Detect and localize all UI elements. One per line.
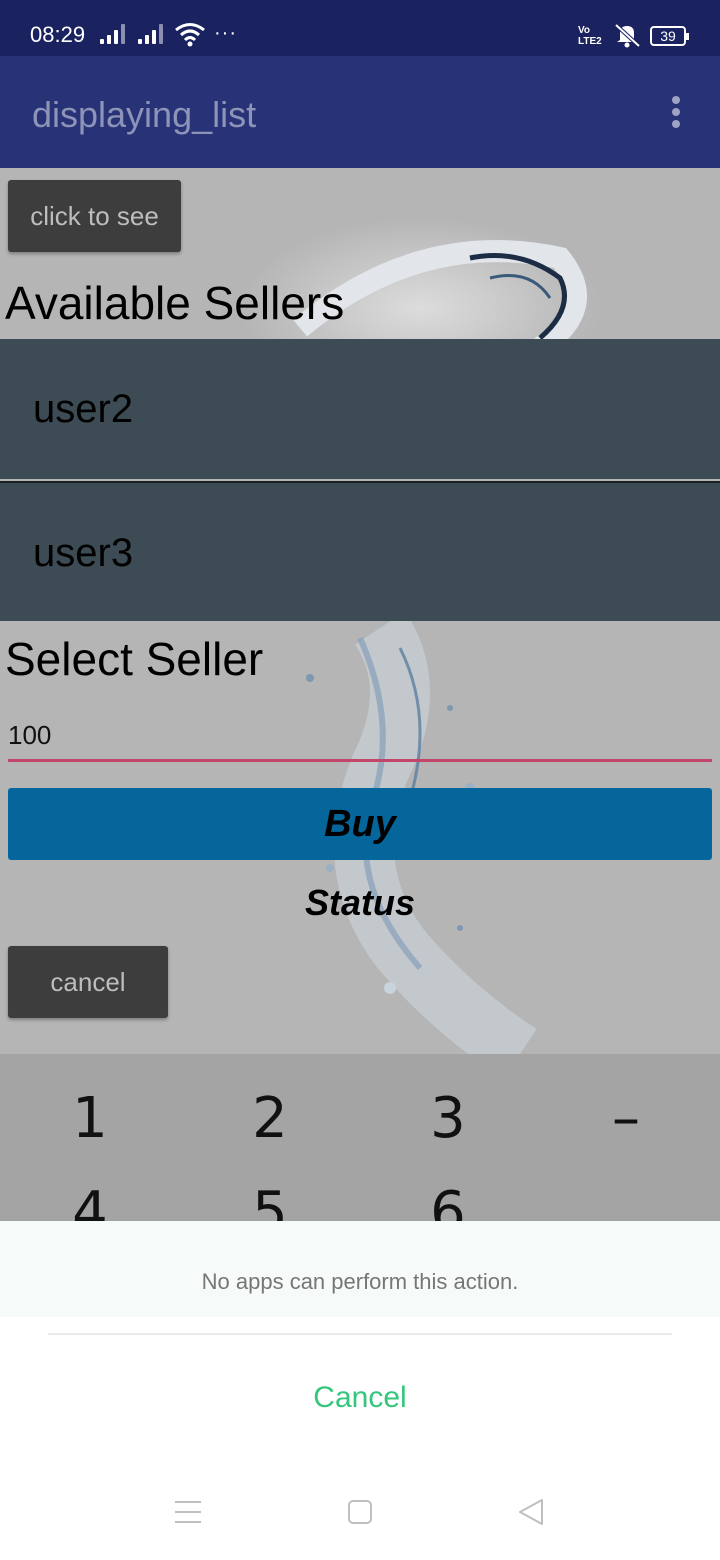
overflow-menu-icon[interactable] [668, 96, 684, 132]
buy-button[interactable]: Buy [8, 788, 712, 860]
app-bar: displaying_list [0, 56, 720, 168]
battery-icon: 39 [650, 26, 689, 46]
status-text: Status [304, 882, 416, 923]
main-content: click to see Available Sellers user2 use… [0, 168, 720, 1054]
cancel-button[interactable]: cancel [8, 946, 168, 1018]
available-sellers-heading: Available Sellers [5, 277, 345, 329]
seller-list-item[interactable]: user3 [0, 481, 720, 621]
signal-icon [138, 24, 166, 44]
back-icon[interactable] [516, 1497, 546, 1527]
sheet-cancel-button[interactable]: Cancel [0, 1381, 720, 1415]
key-4[interactable]: 4 [0, 1180, 180, 1224]
key-space[interactable]: ␣ [536, 1180, 716, 1224]
amount-input[interactable]: 100 [8, 716, 712, 762]
status-time: 08:29 [30, 22, 86, 47]
key-1[interactable]: 1 [0, 1086, 180, 1151]
numeric-keyboard: 1 2 3 – 4 5 6 ␣ [0, 1054, 720, 1224]
home-icon[interactable] [348, 1500, 372, 1524]
key-minus[interactable]: – [536, 1086, 716, 1151]
more-notifications-icon: ··· [214, 22, 237, 44]
click-to-see-button[interactable]: click to see [8, 180, 181, 252]
mute-icon [614, 23, 641, 48]
seller-list-item[interactable]: user2 [0, 339, 720, 479]
sheet-message: No apps can perform this action. [201, 1269, 519, 1294]
key-5[interactable]: 5 [180, 1180, 360, 1224]
no-apps-bottom-sheet: No apps can perform this action. Cancel [0, 1221, 720, 1560]
select-seller-heading: Select Seller [5, 633, 264, 685]
seller-name: user3 [33, 531, 134, 575]
app-title: displaying_list [32, 94, 257, 135]
wifi-icon [175, 23, 205, 47]
key-2[interactable]: 2 [180, 1086, 360, 1151]
volte-icon: Vo LTE2 [578, 25, 602, 47]
divider [48, 1333, 672, 1335]
seller-name: user2 [33, 387, 134, 431]
sheet-message-area: No apps can perform this action. [0, 1221, 720, 1317]
signal-icon [100, 24, 128, 44]
key-3[interactable]: 3 [358, 1086, 538, 1151]
key-6[interactable]: 6 [358, 1180, 538, 1224]
menu-icon[interactable] [175, 1501, 201, 1523]
status-bar: 08:29 ··· Vo LTE2 39 [0, 0, 720, 56]
